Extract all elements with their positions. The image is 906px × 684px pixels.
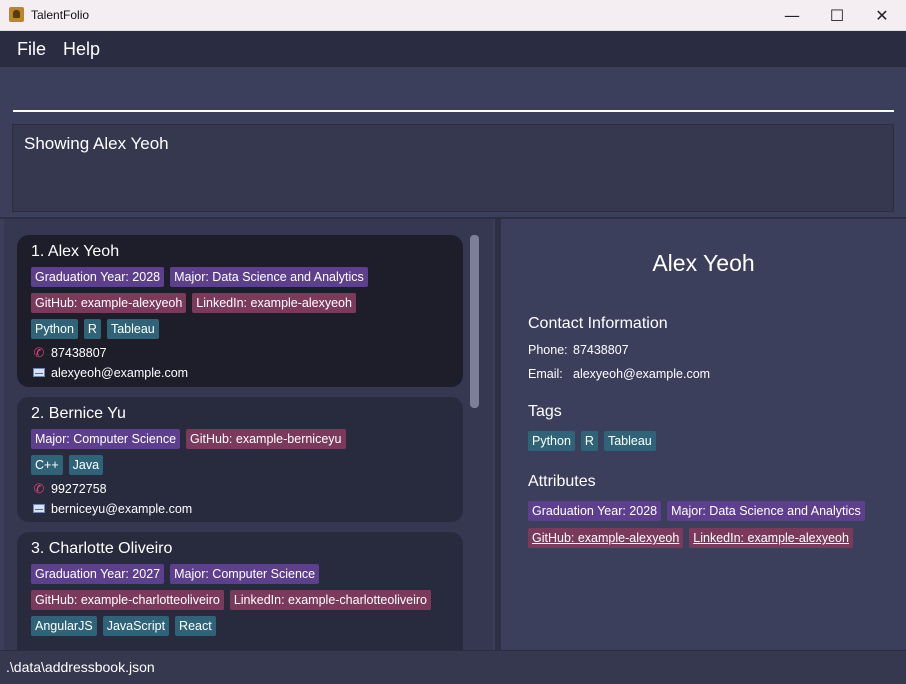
attribute-tag: Graduation Year: 2028 <box>31 267 165 287</box>
detail-name: Alex Yeoh <box>652 250 755 276</box>
tags-heading: Tags <box>528 403 562 420</box>
result-text: Showing Alex Yeoh <box>24 134 169 153</box>
skill-tag: JavaScript <box>102 616 170 636</box>
person-card[interactable]: 1. Alex Yeoh Graduation Year: 2028 Major… <box>17 235 463 387</box>
phone-text: 99272758 <box>51 482 107 496</box>
person-card[interactable]: 2. Bernice Yu Major: Computer Science Gi… <box>17 397 463 522</box>
detail-phone: 87438807 <box>573 343 629 357</box>
email-icon <box>33 504 45 513</box>
contact-heading: Contact Information <box>528 315 668 332</box>
person-detail-panel: Alex Yeoh Contact Information Phone: 874… <box>501 219 906 650</box>
command-input-underline[interactable] <box>13 110 894 112</box>
window-title: TalentFolio <box>31 8 90 22</box>
attribute-tag: Major: Computer Science <box>170 564 320 584</box>
skill-tag: AngularJS <box>31 616 97 636</box>
skill-tag: C++ <box>31 455 63 475</box>
save-location: .\data\addressbook.json <box>6 659 155 675</box>
detail-email: alexyeoh@example.com <box>573 367 711 381</box>
skill-tag: R <box>83 319 101 339</box>
email-text: berniceyu@example.com <box>51 502 193 516</box>
person-name: 3. Charlotte Oliveiro <box>31 540 173 557</box>
github-link[interactable]: GitHub: example-alexyeoh <box>528 528 684 548</box>
person-name: 2. Bernice Yu <box>31 405 126 422</box>
phone-text: 87438807 <box>51 346 107 360</box>
attribute-tag: Graduation Year: 2027 <box>31 564 165 584</box>
phone-icon: ✆ <box>33 481 45 496</box>
attribute-tag: GitHub: example-alexyeoh <box>31 293 187 313</box>
email-text: alexyeoh@example.com <box>51 366 189 380</box>
menu-help[interactable]: Help <box>63 39 100 60</box>
detail-skill-tag: R <box>580 431 598 451</box>
email-label: Email: <box>528 367 563 381</box>
attribute-tag: GitHub: example-charlotteoliveiro <box>31 590 224 610</box>
attribute-tag: GitHub: example-berniceyu <box>186 429 346 449</box>
detail-attribute-tag: Graduation Year: 2028 <box>528 501 662 521</box>
phone-row: ✆ 99272758 <box>31 479 449 499</box>
attribute-tag: LinkedIn: example-charlotteoliveiro <box>229 590 431 610</box>
skill-tag: React <box>175 616 216 636</box>
app-icon <box>9 7 24 22</box>
phone-row: ✆ 87438807 <box>31 343 449 363</box>
maximize-button[interactable]: ☐ <box>814 0 860 31</box>
skill-tag: Tableau <box>106 319 159 339</box>
title-bar: TalentFolio — ☐ ✕ <box>0 0 906 31</box>
status-bar: .\data\addressbook.json <box>0 650 906 684</box>
minimize-button[interactable]: — <box>769 0 815 31</box>
attribute-tag: Major: Computer Science <box>31 429 181 449</box>
result-display: Showing Alex Yeoh <box>12 124 894 212</box>
menu-bar: File Help <box>0 31 906 67</box>
detail-attribute-tag: Major: Data Science and Analytics <box>667 501 865 521</box>
detail-phone-row: Phone: 87438807 <box>528 343 629 357</box>
person-name: 1. Alex Yeoh <box>31 243 120 260</box>
detail-email-row: Email: alexyeoh@example.com <box>528 367 710 381</box>
list-scrollbar[interactable] <box>470 235 479 408</box>
person-card[interactable]: 3. Charlotte Oliveiro Graduation Year: 2… <box>17 532 463 650</box>
linkedin-link[interactable]: LinkedIn: example-alexyeoh <box>689 528 853 548</box>
attribute-tag: LinkedIn: example-alexyeoh <box>192 293 356 313</box>
close-button[interactable]: ✕ <box>859 0 905 31</box>
skill-tag: Python <box>31 319 78 339</box>
phone-icon: ✆ <box>33 345 45 360</box>
detail-skill-tag: Tableau <box>603 431 656 451</box>
detail-skill-tag: Python <box>528 431 575 451</box>
email-row: berniceyu@example.com <box>31 499 449 519</box>
email-row: alexyeoh@example.com <box>31 363 449 383</box>
attributes-heading: Attributes <box>528 473 596 490</box>
menu-file[interactable]: File <box>17 39 46 60</box>
skill-tag: Java <box>68 455 104 475</box>
phone-label: Phone: <box>528 343 568 357</box>
attribute-tag: Major: Data Science and Analytics <box>170 267 368 287</box>
email-icon <box>33 368 45 377</box>
